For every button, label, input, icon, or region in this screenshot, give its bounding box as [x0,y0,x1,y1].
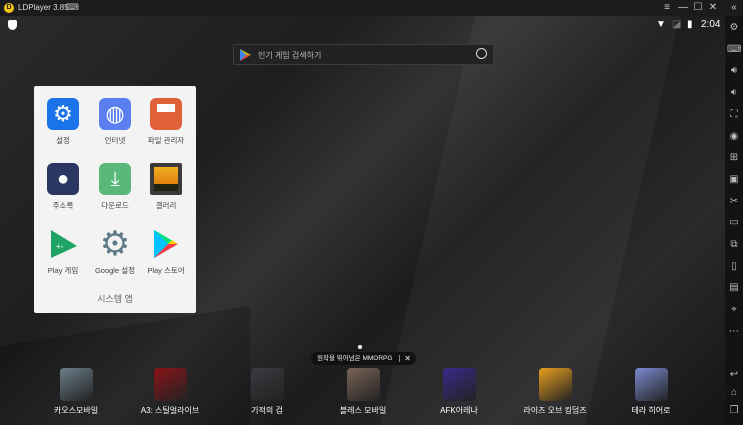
app-label: Play 게임 [47,266,79,275]
game-icon [59,368,93,401]
wifi-icon: ▼ [656,19,666,30]
search-bar[interactable] [233,44,494,65]
title-bar: D LDPlayer 3.85 ⌨ ≡ — ☐ ✕ « [0,0,743,16]
ldplayer-logo-icon: D [4,3,14,13]
download-icon: ⤓ [99,163,131,195]
game-icon [346,368,380,401]
game-icon [442,368,476,401]
dock-app[interactable]: AFK아레나 [414,368,504,416]
game-icon [250,368,284,401]
dock-app[interactable]: 기적의 검 [222,368,312,416]
fullscreen-icon[interactable]: ⛶ [727,108,741,122]
dock-app[interactable]: 라이즈 오브 킹덤즈 [510,368,600,416]
dock-app[interactable]: 카오스모바일 [31,368,121,416]
settings-icon[interactable]: ⚙ [727,21,741,35]
app-label: 인터넷 [104,136,126,145]
video-icon[interactable]: ▭ [727,216,741,230]
game-icon [153,368,187,401]
screenshot-icon[interactable]: ▣ [727,173,741,187]
add-window-icon[interactable]: ⊞ [727,151,741,165]
contacts-icon: ● [47,163,79,195]
maximize-button[interactable]: ☐ [691,1,705,15]
location-icon[interactable]: ⌖ [727,303,741,317]
google-settings-icon: ⚙ [99,228,131,260]
gamepad-icon[interactable]: ⌨ [66,2,79,13]
rotate-icon[interactable]: ▯ [727,260,741,274]
dock-app-label: AFK아레나 [440,406,478,415]
display-icon[interactable]: ▤ [727,281,741,295]
collapse-sidebar-button[interactable]: « [727,1,741,15]
right-toolbar: ⚙ ⌨ 🔊︎ 🔉︎ ⛶ ◉ ⊞ ▣ ✂ ▭ ⧉ ▯ ▤ ⌖ ⋯ ↩ ⌂ ❐ [725,16,743,425]
app-label: 주소록 [52,201,74,210]
home-icon[interactable]: ⌂ [727,386,741,400]
promo-tooltip: 원작을 뛰어넘은 MMORPG ✕ [311,352,416,365]
dock-app[interactable]: A3: 스틸얼라이브 [125,368,215,416]
settings-icon: ⚙ [47,98,79,130]
app-browser[interactable]: ◍ 인터넷 [88,98,142,146]
android-screen: ▼ ◪ ▮ 2:04 ⚙ 설정 ◍ 인터넷 파일 관리자 ● 주소록 ⤓ 다운로드 갤러… [0,16,725,425]
app-play-store[interactable]: Play 스토어 [139,228,193,276]
play-store-icon [240,49,251,61]
cut-icon[interactable]: ✂ [727,195,741,209]
dock-app-label: 블레스 모바일 [339,406,387,415]
browser-icon: ◍ [99,98,131,130]
game-icon [538,368,572,401]
volume-up-icon[interactable]: 🔊︎ [727,64,741,78]
app-google-settings[interactable]: ⚙ Google 설정 [88,228,142,276]
minimize-button[interactable]: — [676,1,690,15]
app-gallery[interactable]: 갤러리 [139,163,193,211]
dock-app-label: 라이즈 오브 킹덤즈 [523,406,587,415]
game-icon [634,368,668,401]
close-button[interactable]: ✕ [706,1,720,15]
shield-icon[interactable] [8,20,17,30]
recents-icon[interactable]: ❐ [727,404,741,418]
dock-app[interactable]: 블레스 모바일 [318,368,408,416]
dock-app-label: 기적의 검 [251,406,283,415]
tooltip-text: 원작을 뛰어넘은 MMORPG [317,355,393,362]
back-icon[interactable]: ↩ [727,368,741,382]
window-title: LDPlayer 3.85 [18,3,69,12]
app-label: Google 설정 [94,266,136,275]
resize-icon[interactable]: ⧉ [727,238,741,252]
no-sim-icon: ◪ [672,19,682,30]
volume-down-icon[interactable]: 🔉︎ [727,86,741,100]
folder-name: 시스템 앱 [97,294,133,304]
system-apps-folder: ⚙ 설정 ◍ 인터넷 파일 관리자 ● 주소록 ⤓ 다운로드 갤러리 +◦ Play 게임… [34,86,196,313]
play-games-icon: +◦ [51,230,77,258]
app-play-games[interactable]: +◦ Play 게임 [36,228,90,276]
keyboard-icon[interactable]: ⌨ [727,43,741,57]
app-label: 설정 [56,136,70,145]
more-icon[interactable]: ⋯ [727,325,741,339]
dock-app[interactable]: 테라 히어로 [606,368,696,416]
play-store-icon [154,230,178,258]
close-tooltip-button[interactable]: ✕ [404,352,411,365]
page-indicator [358,345,362,349]
dock-app-label: 카오스모바일 [53,406,99,415]
app-download[interactable]: ⤓ 다운로드 [88,163,142,211]
divider [399,355,400,362]
svg-text:+◦: +◦ [56,242,64,251]
dock-app-label: A3: 스틸얼라이브 [140,406,200,415]
menu-button[interactable]: ≡ [660,1,674,15]
record-icon[interactable]: ◉ [727,130,741,144]
clock: 2:04 [701,19,721,30]
app-label: 파일 관리자 [147,136,185,145]
app-label: 다운로드 [101,201,129,210]
search-input[interactable] [258,48,458,62]
search-icon[interactable] [476,48,487,59]
dock-app-label: 테라 히어로 [631,406,671,415]
file-manager-icon [150,98,182,130]
battery-icon: ▮ [687,19,693,30]
app-file-manager[interactable]: 파일 관리자 [139,98,193,146]
app-settings[interactable]: ⚙ 설정 [36,98,90,146]
app-contacts[interactable]: ● 주소록 [36,163,90,211]
app-label: Play 스토어 [147,266,185,275]
gallery-icon [150,163,182,195]
app-label: 갤러리 [155,201,177,210]
